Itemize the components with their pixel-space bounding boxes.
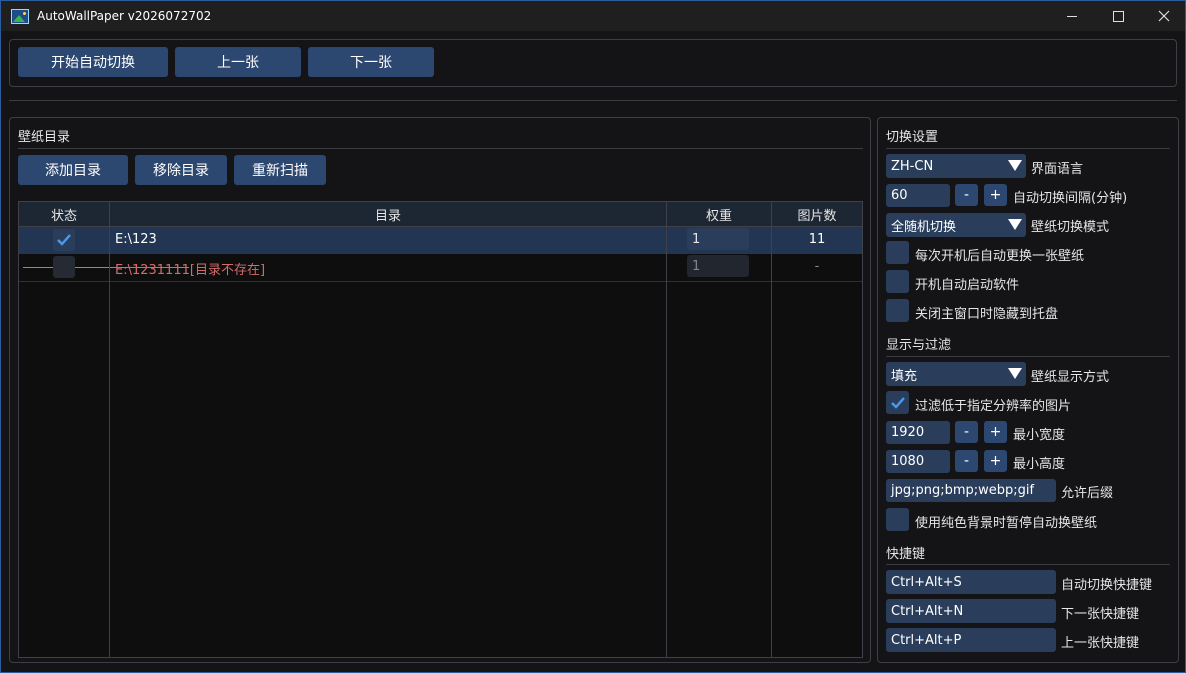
folders-table: 状态 目录 权重 图片数 E:\123 1 11 E:\1231111[目录不存… — [18, 201, 863, 658]
app-window: AutoWallPaper v2026072702 开始自动切换 上一张 下一张… — [0, 0, 1186, 673]
change-on-boot-label: 每次开机后自动更换一张壁纸 — [915, 249, 1085, 264]
switch-settings-title: 切换设置 — [886, 130, 939, 145]
change-on-boot-checkbox[interactable] — [886, 241, 909, 264]
folders-section-title: 壁纸目录 — [18, 130, 71, 145]
column-divider — [666, 202, 667, 657]
start-auto-switch-button[interactable]: 开始自动切换 — [18, 47, 168, 77]
column-header-weight[interactable]: 权重 — [667, 202, 771, 226]
hotkeys-title: 快捷键 — [886, 547, 926, 562]
toolbar-divider — [9, 100, 1177, 101]
min-height-decrement-button[interactable]: - — [955, 450, 978, 472]
chevron-down-icon — [1008, 219, 1022, 230]
chevron-down-icon — [1008, 368, 1022, 379]
pause-solid-bg-checkbox[interactable] — [886, 508, 909, 531]
rescan-button[interactable]: 重新扫描 — [234, 155, 326, 185]
column-header-directory[interactable]: 目录 — [110, 202, 666, 226]
interval-increment-button[interactable]: + — [984, 184, 1007, 206]
row-enabled-checkbox[interactable] — [53, 229, 75, 251]
maximize-button[interactable] — [1095, 1, 1141, 31]
min-width-decrement-button[interactable]: - — [955, 421, 978, 443]
next-hotkey-input[interactable]: Ctrl+Alt+N — [886, 599, 1056, 623]
column-divider — [771, 202, 772, 657]
switch-settings-divider — [886, 148, 1170, 149]
folders-section-divider — [18, 148, 863, 149]
column-header-count[interactable]: 图片数 — [772, 202, 862, 226]
next-wallpaper-button[interactable]: 下一张 — [308, 47, 434, 77]
extensions-input[interactable]: jpg;png;bmp;webp;gif — [886, 479, 1056, 502]
hide-to-tray-label: 关闭主窗口时隐藏到托盘 — [915, 307, 1059, 322]
auto-switch-hotkey-label: 自动切换快捷键 — [1061, 578, 1153, 593]
autostart-label: 开机自动启动软件 — [915, 278, 1020, 293]
switch-mode-value: 全随机切换 — [891, 219, 957, 235]
hotkeys-divider — [886, 564, 1170, 565]
checkmark-icon — [57, 234, 71, 246]
column-divider — [109, 202, 110, 657]
switch-mode-label: 壁纸切换模式 — [1031, 220, 1110, 235]
prev-hotkey-label: 上一张快捷键 — [1061, 636, 1140, 651]
extensions-label: 允许后缀 — [1061, 486, 1114, 501]
auto-switch-hotkey-input[interactable]: Ctrl+Alt+S — [886, 570, 1056, 594]
minimize-icon — [1067, 15, 1077, 17]
language-select[interactable]: ZH-CN — [886, 154, 1026, 178]
title-bar[interactable]: AutoWallPaper v2026072702 — [1, 1, 1185, 31]
row-weight-input[interactable]: 1 — [687, 255, 749, 277]
add-folder-button[interactable]: 添加目录 — [18, 155, 128, 185]
chevron-down-icon — [1008, 160, 1022, 171]
min-height-label: 最小高度 — [1013, 457, 1066, 472]
display-filter-divider — [886, 356, 1170, 357]
hide-to-tray-checkbox[interactable] — [886, 299, 909, 322]
column-header-status[interactable]: 状态 — [19, 202, 109, 226]
interval-decrement-button[interactable]: - — [955, 184, 978, 206]
table-row[interactable]: E:\1231111[目录不存在] 1 - — [19, 254, 862, 282]
switch-mode-select[interactable]: 全随机切换 — [886, 213, 1026, 237]
app-logo-icon — [11, 8, 29, 24]
row-path: E:\1231111[目录不存在] — [115, 263, 266, 278]
row-path: E:\123 — [115, 232, 157, 247]
remove-folder-button[interactable]: 移除目录 — [135, 155, 227, 185]
minimize-button[interactable] — [1049, 1, 1095, 31]
row-weight-input[interactable]: 1 — [687, 228, 749, 250]
pause-solid-bg-label: 使用纯色背景时暂停自动换壁纸 — [915, 516, 1098, 531]
previous-wallpaper-button[interactable]: 上一张 — [175, 47, 301, 77]
close-icon — [1158, 10, 1170, 22]
interval-input[interactable]: 60 — [886, 184, 950, 207]
display-fit-label: 壁纸显示方式 — [1031, 370, 1110, 385]
table-header: 状态 目录 权重 图片数 — [19, 202, 862, 227]
checkmark-icon — [890, 396, 905, 409]
language-label: 界面语言 — [1031, 162, 1084, 177]
autostart-checkbox[interactable] — [886, 270, 909, 293]
language-value: ZH-CN — [891, 158, 934, 174]
row-image-count: - — [814, 259, 820, 274]
maximize-icon — [1112, 10, 1124, 22]
table-row[interactable]: E:\123 1 11 — [19, 227, 862, 254]
min-width-input[interactable]: 1920 — [886, 421, 950, 444]
window-title: AutoWallPaper v2026072702 — [37, 9, 212, 23]
display-fit-select[interactable]: 填充 — [886, 362, 1026, 386]
filter-low-res-label: 过滤低于指定分辨率的图片 — [915, 399, 1072, 414]
interval-label: 自动切换间隔(分钟) — [1013, 191, 1128, 206]
min-width-increment-button[interactable]: + — [984, 421, 1007, 443]
close-button[interactable] — [1141, 1, 1186, 31]
row-enabled-checkbox[interactable] — [53, 256, 75, 278]
toolbar-panel: 开始自动切换 上一张 下一张 — [9, 39, 1177, 87]
display-fit-value: 填充 — [891, 368, 918, 384]
prev-hotkey-input[interactable]: Ctrl+Alt+P — [886, 628, 1056, 652]
filter-low-res-checkbox[interactable] — [886, 391, 909, 414]
min-height-input[interactable]: 1080 — [886, 450, 950, 473]
display-filter-title: 显示与过滤 — [886, 338, 952, 353]
next-hotkey-label: 下一张快捷键 — [1061, 607, 1140, 622]
min-width-label: 最小宽度 — [1013, 428, 1066, 443]
min-height-increment-button[interactable]: + — [984, 450, 1007, 472]
row-image-count: 11 — [808, 232, 826, 247]
